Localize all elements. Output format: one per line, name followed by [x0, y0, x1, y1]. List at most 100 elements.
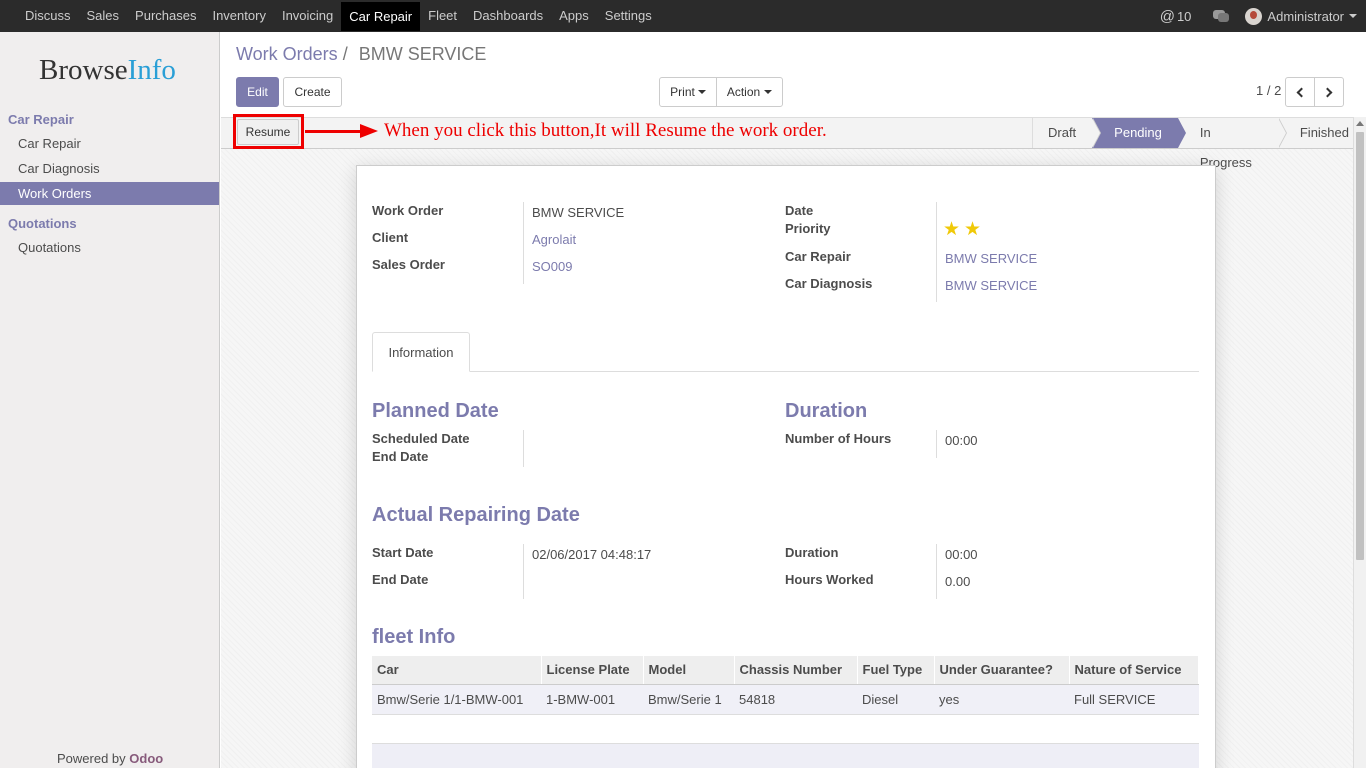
- sidebar-section-car-repair[interactable]: Car Repair: [8, 112, 74, 127]
- menu-car-repair[interactable]: Car Repair: [341, 2, 421, 31]
- column-header-car[interactable]: Car: [372, 656, 542, 685]
- client-link[interactable]: Agrolait: [532, 232, 576, 247]
- sidebar-item-car-diagnosis[interactable]: Car Diagnosis: [0, 157, 219, 180]
- powered-by-text: Powered by: [57, 751, 130, 766]
- avatar: [1245, 7, 1263, 25]
- stage-in-progress-label: In Progress: [1199, 125, 1252, 170]
- column-header-fuel-type[interactable]: Fuel Type: [857, 656, 935, 685]
- column-header-chassis-number[interactable]: Chassis Number: [734, 656, 858, 685]
- cell-under-guarantee: yes: [934, 684, 1069, 715]
- car-diagnosis-link[interactable]: BMW SERVICE: [945, 278, 1037, 293]
- breadcrumb-work-orders[interactable]: Work Orders: [236, 44, 338, 64]
- divider: [523, 202, 524, 284]
- menu-apps[interactable]: Apps: [551, 0, 597, 32]
- user-menu[interactable]: Administrator: [1245, 7, 1357, 25]
- date-label: Date: [785, 203, 814, 218]
- menu-sales[interactable]: Sales: [79, 0, 128, 32]
- chat-icon[interactable]: [1213, 10, 1230, 22]
- end-date-label: End Date: [372, 449, 429, 464]
- duration-value: 00:00: [945, 547, 978, 562]
- annotation-arrow-line: [305, 130, 363, 133]
- divider: [936, 430, 937, 458]
- cell-chassis-number: 54818: [734, 684, 857, 715]
- powered-by: Powered by Odoo: [57, 751, 163, 766]
- work-order-value: BMW SERVICE: [532, 205, 625, 220]
- column-header-under-guarantee[interactable]: Under Guarantee?: [934, 656, 1070, 685]
- stage-draft[interactable]: Draft: [1033, 118, 1102, 148]
- cell-car: Bmw/Serie 1/1-BMW-001: [372, 684, 541, 715]
- sidebar-item-work-orders[interactable]: Work Orders: [0, 182, 219, 205]
- sidebar-item-car-repair[interactable]: Car Repair: [0, 132, 219, 155]
- menu-fleet[interactable]: Fleet: [420, 0, 465, 32]
- sales-order-label: Sales Order: [372, 257, 445, 272]
- table-header-row: Car License Plate Model Chassis Number F…: [372, 656, 1199, 685]
- cell-model: Bmw/Serie 1: [643, 684, 734, 715]
- planned-date-title: Planned Date: [372, 400, 499, 422]
- scrollbar-thumb[interactable]: [1356, 132, 1364, 560]
- print-dropdown[interactable]: Print: [659, 77, 717, 107]
- priority-star-icon[interactable]: ★: [964, 220, 981, 239]
- stage-separator: [1092, 118, 1101, 148]
- priority-label: Priority: [785, 221, 831, 236]
- menu-inventory[interactable]: Inventory: [204, 0, 273, 32]
- logo: BrowseInfo: [39, 54, 176, 87]
- menu-purchases[interactable]: Purchases: [127, 0, 204, 32]
- stage-finished-label: Finished: [1299, 125, 1349, 140]
- stage-bar: Draft Pending In Progress Finished: [1032, 118, 1366, 170]
- hours-worked-label: Hours Worked: [785, 572, 874, 587]
- menu-dashboards[interactable]: Dashboards: [465, 0, 551, 32]
- start-date-label: Start Date: [372, 545, 434, 560]
- sidebar-item-quotations[interactable]: Quotations: [0, 236, 219, 259]
- car-repair-link[interactable]: BMW SERVICE: [945, 251, 1037, 266]
- stage-pending[interactable]: Pending: [1092, 118, 1186, 148]
- stage-in-progress[interactable]: In Progress: [1177, 118, 1287, 170]
- chevron-left-icon: [1296, 87, 1307, 97]
- table-row[interactable]: Bmw/Serie 1/1-BMW-001 1-BMW-001 Bmw/Seri…: [372, 684, 1199, 715]
- odoo-link[interactable]: Odoo: [129, 751, 163, 766]
- mentions-button[interactable]: @ 10: [1160, 8, 1192, 25]
- pager-next-button[interactable]: [1314, 77, 1344, 107]
- chevron-down-icon: [697, 90, 706, 94]
- chevron-down-icon: [1349, 14, 1357, 18]
- tabs-divider: [372, 371, 1199, 372]
- column-header-model[interactable]: Model: [643, 656, 735, 685]
- scroll-up-icon[interactable]: [1356, 121, 1364, 126]
- number-of-hours-value: 00:00: [945, 433, 978, 448]
- column-header-license-plate[interactable]: License Plate: [541, 656, 644, 685]
- logo-text-info: Info: [127, 54, 176, 86]
- car-diagnosis-label: Car Diagnosis: [785, 276, 873, 291]
- scrollbar[interactable]: [1353, 117, 1366, 768]
- start-date-value: 02/06/2017 04:48:17: [532, 547, 652, 562]
- sidebar-section-quotations[interactable]: Quotations: [8, 216, 77, 231]
- divider: [523, 430, 524, 467]
- cell-license-plate: 1-BMW-001: [541, 684, 643, 715]
- user-name: Administrator: [1267, 8, 1344, 24]
- column-header-nature-of-service[interactable]: Nature of Service: [1069, 656, 1199, 685]
- annotation-arrow-icon: [360, 124, 378, 138]
- menu-settings[interactable]: Settings: [597, 0, 660, 32]
- action-dropdown[interactable]: Action: [716, 77, 783, 107]
- actual-end-date-label: End Date: [372, 572, 429, 587]
- edit-button[interactable]: Edit: [236, 77, 279, 107]
- cell-fuel-type: Diesel: [857, 684, 934, 715]
- tab-information[interactable]: Information: [372, 332, 470, 372]
- print-label: Print: [670, 85, 695, 99]
- priority-star-icon[interactable]: ★: [943, 220, 960, 239]
- pager-previous-button[interactable]: [1285, 77, 1315, 107]
- pager-value: 1 / 2: [1256, 83, 1282, 98]
- menu-discuss[interactable]: Discuss: [17, 0, 79, 32]
- client-label: Client: [372, 230, 409, 245]
- top-navbar: Discuss Sales Purchases Inventory Invoic…: [0, 0, 1366, 32]
- breadcrumb-current: BMW SERVICE: [358, 44, 487, 64]
- at-icon: @: [1159, 7, 1175, 25]
- stage-pending-label: Pending: [1114, 125, 1162, 140]
- menu-invoicing[interactable]: Invoicing: [274, 0, 341, 32]
- sales-order-link[interactable]: SO009: [532, 259, 572, 274]
- cell-nature-of-service: Full SERVICE: [1069, 684, 1199, 715]
- breadcrumb: Work Orders / BMW SERVICE: [236, 44, 486, 65]
- create-button[interactable]: Create: [283, 77, 342, 107]
- number-of-hours-label: Number of Hours: [785, 431, 892, 446]
- stage-draft-label: Draft: [1048, 125, 1077, 140]
- fleet-table: Car License Plate Model Chassis Number F…: [372, 656, 1199, 715]
- fleet-info-title: fleet Info: [372, 626, 456, 648]
